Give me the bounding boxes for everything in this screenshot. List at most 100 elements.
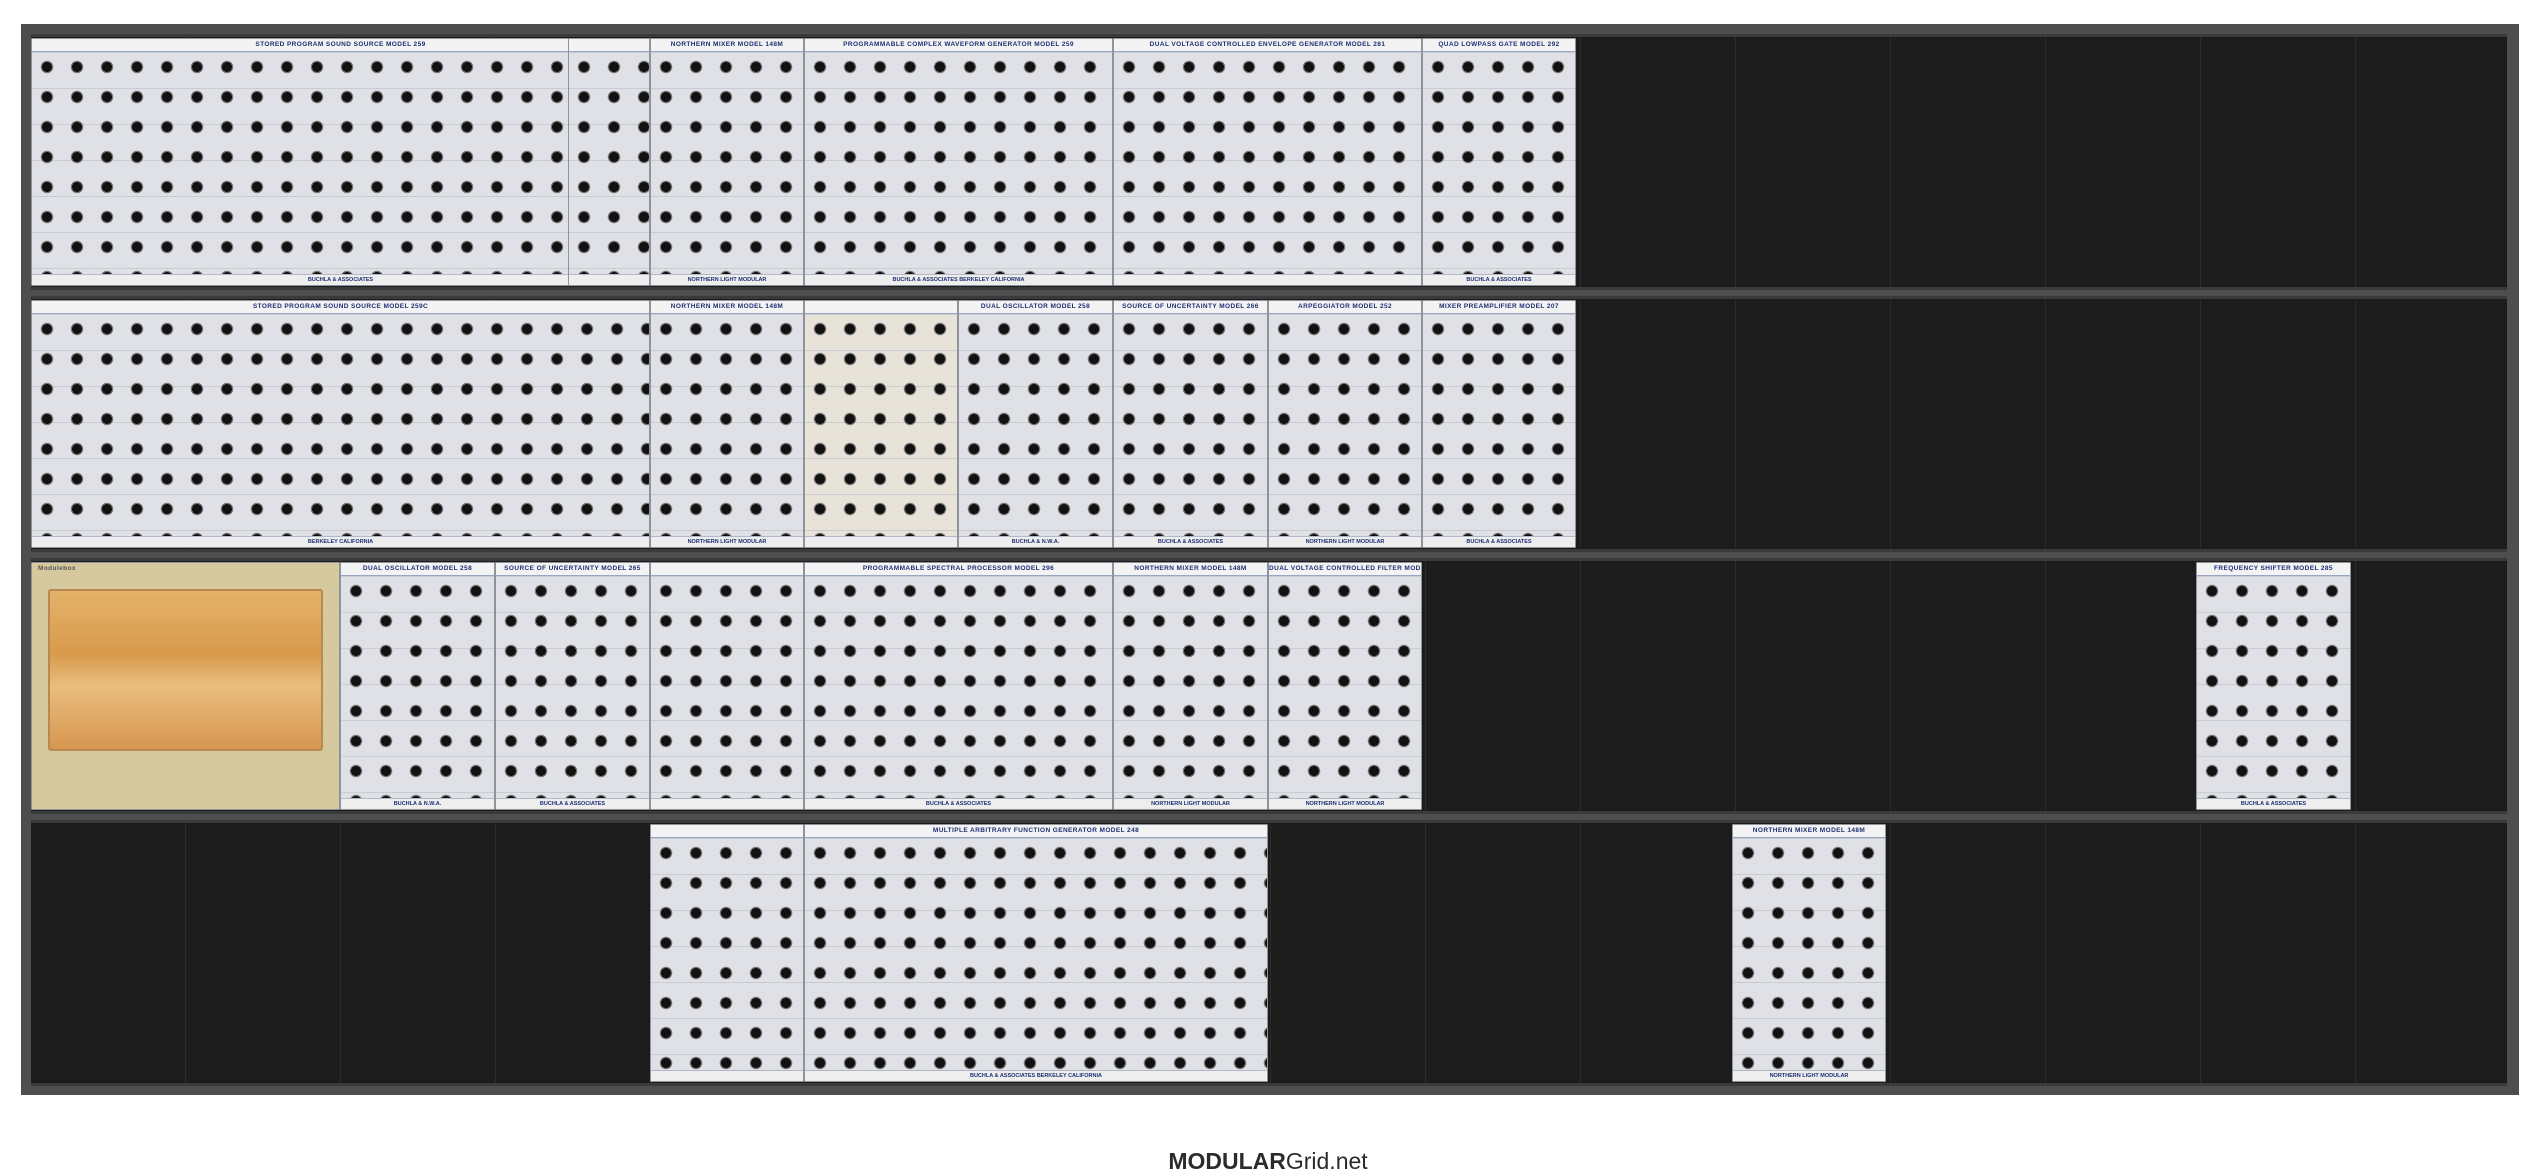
module-title: ARPEGGIATOR MODEL 252 <box>1269 301 1421 314</box>
rack-row-3: Modulebox DUAL OSCILLATOR MODEL 258 BUCH… <box>31 558 2507 814</box>
module-title: DUAL OSCILLATOR MODEL 258 <box>341 563 494 576</box>
modulargrid-logo: MODULARGrid.net <box>0 1147 2536 1175</box>
module-footer: BUCHLA & ASSOCIATES BERKELEY CALIFORNIA <box>805 274 1112 285</box>
module-quad-lowpass-gate[interactable]: QUAD LOWPASS GATE MODEL 292 BUCHLA & ASS… <box>1422 38 1576 286</box>
module-title: MULTIPLE ARBITRARY FUNCTION GENERATOR MO… <box>805 825 1267 838</box>
module-dual-vintage-panel[interactable] <box>804 300 958 548</box>
module-title: QUAD LOWPASS GATE MODEL 292 <box>1423 39 1575 52</box>
module-title: NORTHERN MIXER MODEL 148M <box>651 301 803 314</box>
module-panel <box>805 52 1112 274</box>
module-programmable-panel[interactable] <box>650 824 804 1082</box>
module-panel <box>651 314 803 536</box>
module-title: NORTHERN MIXER MODEL 148M <box>1733 825 1885 838</box>
module-dual-oscillator[interactable]: DUAL OSCILLATOR MODEL 258 BUCHLA & N.W.A… <box>340 562 495 810</box>
module-sound-source-259c[interactable]: STORED PROGRAM SOUND SOURCE MODEL 259C B… <box>31 300 650 548</box>
module-title: PROGRAMMABLE SPECTRAL PROCESSOR MODEL 29… <box>805 563 1112 576</box>
module-title: DUAL OSCILLATOR MODEL 258 <box>959 301 1112 314</box>
module-footer: BERKELEY CALIFORNIA <box>32 536 649 547</box>
module-footer: BUCHLA & ASSOCIATES <box>1423 274 1575 285</box>
module-footer: BUCHLA & ASSOCIATES <box>32 274 649 285</box>
module-title: PROGRAMMABLE COMPLEX WAVEFORM GENERATOR … <box>805 39 1112 52</box>
module-northern-mixer[interactable]: NORTHERN MIXER MODEL 148M NORTHERN LIGHT… <box>1113 562 1268 810</box>
module-dual-filter[interactable]: DUAL VOLTAGE CONTROLLED FILTER MODEL 291… <box>1268 562 1422 810</box>
module-title: STORED PROGRAM SOUND SOURCE MODEL 259 <box>32 39 649 52</box>
module-panel <box>651 52 803 274</box>
module-panel <box>32 314 649 536</box>
module-arbitrary-function-generator[interactable]: MULTIPLE ARBITRARY FUNCTION GENERATOR MO… <box>804 824 1268 1082</box>
module-title <box>569 39 649 52</box>
module-source-of-uncertainty[interactable]: SOURCE OF UNCERTAINTY MODEL 266 BUCHLA &… <box>1113 300 1268 548</box>
module-panel <box>48 589 323 751</box>
module-title: NORTHERN MIXER MODEL 148M <box>651 39 803 52</box>
module-panel <box>1269 314 1421 536</box>
module-footer: NORTHERN LIGHT MODULAR <box>1114 798 1267 809</box>
module-envelope-generator[interactable]: DUAL VOLTAGE CONTROLLED ENVELOPE GENERAT… <box>1113 38 1422 286</box>
module-panel <box>651 838 803 1070</box>
module-title: STORED PROGRAM SOUND SOURCE MODEL 259C <box>32 301 649 314</box>
module-title: SOURCE OF UNCERTAINTY MODEL 266 <box>1114 301 1267 314</box>
module-footer <box>1114 274 1421 285</box>
module-footer <box>569 274 649 285</box>
module-footer: BUCHLA & ASSOCIATES <box>2197 798 2350 809</box>
module-spectral-processor[interactable]: PROGRAMMABLE SPECTRAL PROCESSOR MODEL 29… <box>804 562 1113 810</box>
module-title: DUAL VOLTAGE CONTROLLED ENVELOPE GENERAT… <box>1114 39 1421 52</box>
module-blue-knob-panel[interactable] <box>650 562 804 810</box>
rack-row-4: MULTIPLE ARBITRARY FUNCTION GENERATOR MO… <box>31 820 2507 1086</box>
module-title: SOURCE OF UNCERTAINTY MODEL 265 <box>496 563 649 576</box>
module-footer: BUCHLA & ASSOCIATES <box>1114 536 1267 547</box>
module-northern-mixer[interactable]: NORTHERN MIXER MODEL 148M NORTHERN LIGHT… <box>1732 824 1886 1082</box>
module-output-section[interactable] <box>568 38 650 286</box>
module-panel <box>1114 52 1421 274</box>
module-northern-mixer[interactable]: NORTHERN MIXER MODEL 148M NORTHERN LIGHT… <box>650 300 804 548</box>
module-panel <box>805 576 1112 798</box>
module-stored-program-sound-source[interactable]: STORED PROGRAM SOUND SOURCE MODEL 259 BU… <box>31 38 650 286</box>
module-mixer-preamplifier[interactable]: MIXER PREAMPLIFIER MODEL 207 BUCHLA & AS… <box>1422 300 1576 548</box>
module-title: NORTHERN MIXER MODEL 148M <box>1114 563 1267 576</box>
module-footer: BUCHLA & ASSOCIATES <box>496 798 649 809</box>
module-footer: NORTHERN LIGHT MODULAR <box>1733 1070 1885 1081</box>
module-panel <box>1114 314 1267 536</box>
module-footer: BUCHLA & ASSOCIATES BERKELEY CALIFORNIA <box>805 1070 1267 1081</box>
module-panel <box>651 576 803 798</box>
module-footer: BUCHLA & N.W.A. <box>341 798 494 809</box>
module-title: DUAL VOLTAGE CONTROLLED FILTER MODEL 291 <box>1269 563 1421 576</box>
module-panel <box>959 314 1112 536</box>
module-footer: BUCHLA & ASSOCIATES <box>805 798 1112 809</box>
module-frequency-shifter[interactable]: FREQUENCY SHIFTER MODEL 285 BUCHLA & ASS… <box>2196 562 2351 810</box>
module-panel <box>1269 576 1421 798</box>
module-title: MIXER PREAMPLIFIER MODEL 207 <box>1423 301 1575 314</box>
module-panel <box>569 52 649 274</box>
module-panel <box>1114 576 1267 798</box>
module-footer <box>805 536 957 547</box>
module-footer <box>651 798 803 809</box>
module-footer: NORTHERN LIGHT MODULAR <box>651 536 803 547</box>
module-panel <box>1423 314 1575 536</box>
module-dual-oscillator[interactable]: DUAL OSCILLATOR MODEL 258 BUCHLA & N.W.A… <box>958 300 1113 548</box>
module-northern-mixer[interactable]: NORTHERN MIXER MODEL 148M NORTHERN LIGHT… <box>650 38 804 286</box>
module-panel <box>496 576 649 798</box>
module-modulebox-wood-panel[interactable]: Modulebox <box>31 562 340 810</box>
module-title: Modulebox <box>38 565 76 572</box>
module-footer: NORTHERN LIGHT MODULAR <box>1269 536 1421 547</box>
module-title <box>805 301 957 314</box>
rack-row-2: STORED PROGRAM SOUND SOURCE MODEL 259C B… <box>31 296 2507 552</box>
module-complex-waveform-generator[interactable]: PROGRAMMABLE COMPLEX WAVEFORM GENERATOR … <box>804 38 1113 286</box>
module-panel <box>1423 52 1575 274</box>
module-source-of-uncertainty[interactable]: SOURCE OF UNCERTAINTY MODEL 265 BUCHLA &… <box>495 562 650 810</box>
module-title <box>651 563 803 576</box>
module-footer: BUCHLA & N.W.A. <box>959 536 1112 547</box>
module-panel <box>341 576 494 798</box>
logo-strong: MODULAR <box>1168 1148 1286 1174</box>
module-footer: NORTHERN LIGHT MODULAR <box>1269 798 1421 809</box>
module-panel <box>1733 838 1885 1070</box>
module-footer <box>32 799 339 809</box>
logo-rest: Grid.net <box>1285 1148 1368 1174</box>
module-arpeggiator[interactable]: ARPEGGIATOR MODEL 252 NORTHERN LIGHT MOD… <box>1268 300 1422 548</box>
rack-row-1: STORED PROGRAM SOUND SOURCE MODEL 259 BU… <box>31 34 2507 290</box>
module-panel <box>32 52 649 274</box>
module-title <box>651 825 803 838</box>
module-footer: BUCHLA & ASSOCIATES <box>1423 536 1575 547</box>
module-panel <box>2197 576 2350 798</box>
module-panel <box>805 838 1267 1070</box>
module-footer: NORTHERN LIGHT MODULAR <box>651 274 803 285</box>
